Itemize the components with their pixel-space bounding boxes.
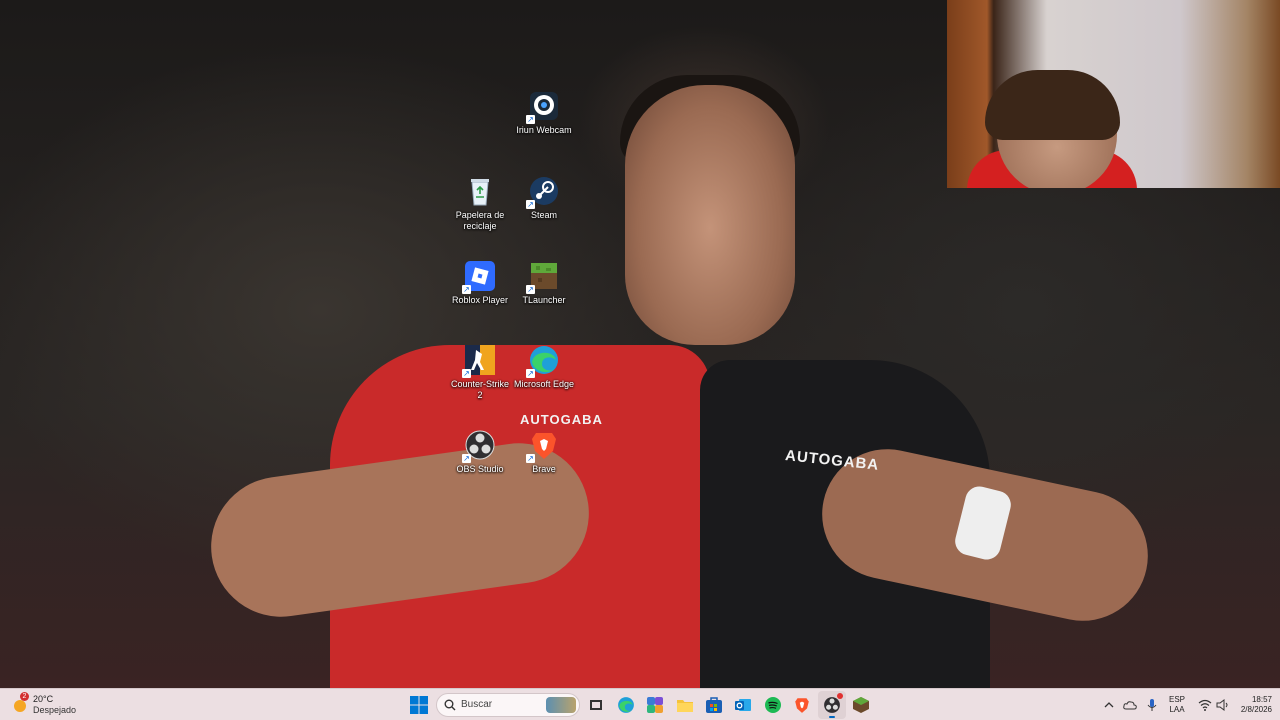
tray-overflow-button[interactable] (1100, 689, 1118, 720)
desktop-icon-recycle-bin[interactable]: Papelera de reciclaje (448, 175, 512, 232)
clock-date: 2/8/2026 (1240, 705, 1272, 714)
shortcut-arrow-icon: ↗ (526, 115, 535, 124)
language-indicator[interactable]: ESP LAA (1165, 695, 1189, 715)
shortcut-arrow-icon: ↗ (526, 285, 535, 294)
obs-icon: ↗ (462, 429, 496, 463)
brave-icon: ↗ (526, 429, 560, 463)
desktop-icon-label: Papelera de reciclaje (455, 210, 505, 231)
desktop-icon-label: TLauncher (522, 295, 566, 305)
taskbar-microsoft-store[interactable] (700, 691, 728, 719)
counter-strike-icon: ↗ (462, 344, 496, 378)
search-highlight-image (546, 697, 576, 713)
search-box[interactable]: Buscar (436, 693, 580, 717)
webcam-icon: ↗ (526, 90, 560, 124)
webcam-overlay (947, 0, 1280, 188)
desktop-icon-brave[interactable]: ↗ Brave (512, 429, 576, 475)
roblox-icon: ↗ (462, 260, 496, 294)
weather-badge: 2 (20, 692, 29, 701)
shortcut-arrow-icon: ↗ (462, 454, 471, 463)
taskbar-brave[interactable] (788, 691, 816, 719)
taskbar-copilot[interactable] (641, 691, 669, 719)
speaker-icon (1216, 699, 1228, 711)
search-icon (444, 699, 456, 711)
tlauncher-icon: ↗ (526, 260, 560, 294)
wallpaper-sponsor-1: AUTOGABA (520, 412, 603, 427)
webcam-person-hair (985, 70, 1120, 140)
taskbar-obs[interactable] (818, 691, 846, 719)
shortcut-arrow-icon: ↗ (526, 369, 535, 378)
copilot-icon (647, 697, 663, 713)
weather-desc: Despejado (33, 705, 77, 715)
windows-icon (410, 696, 428, 714)
taskbar-spotify[interactable] (759, 691, 787, 719)
search-placeholder: Buscar (461, 699, 493, 710)
edge-icon (618, 697, 634, 713)
shortcut-arrow-icon: ↗ (526, 200, 535, 209)
recycle-bin-icon (464, 175, 496, 207)
recording-indicator (837, 693, 843, 699)
outlook-icon (735, 699, 751, 711)
store-icon (706, 697, 722, 713)
microphone-icon (1147, 699, 1157, 711)
steam-icon: ↗ (526, 175, 560, 209)
desktop-icon-label: Roblox Player (451, 295, 509, 305)
desktop-icon-roblox[interactable]: ↗ Roblox Player (448, 260, 512, 306)
desktop-icon-counter-strike-2[interactable]: ↗ Counter-Strike 2 (448, 344, 512, 401)
cloud-icon (1123, 701, 1137, 710)
clock[interactable]: 18:57 2/8/2026 (1232, 695, 1272, 715)
chevron-up-icon (1104, 702, 1114, 708)
desktop-icon-label: OBS Studio (456, 464, 504, 474)
keyboard-layout-label: LAA (1169, 705, 1185, 714)
taskbar-tlauncher[interactable] (847, 691, 875, 719)
shortcut-arrow-icon: ↗ (462, 285, 471, 294)
clock-time: 18:57 (1251, 695, 1272, 704)
taskbar-outlook[interactable] (729, 691, 757, 719)
spotify-icon (765, 697, 781, 713)
tray-onedrive[interactable] (1121, 689, 1139, 720)
wifi-icon (1198, 699, 1212, 711)
network-volume-button[interactable] (1194, 689, 1234, 720)
taskbar-edge[interactable] (612, 691, 640, 719)
desktop-icon-tlauncher[interactable]: ↗ TLauncher (512, 260, 576, 306)
start-button[interactable] (405, 691, 433, 719)
desktop-icon-label: Steam (530, 210, 557, 220)
task-view-button[interactable] (582, 691, 610, 719)
shortcut-arrow-icon: ↗ (526, 454, 535, 463)
weather-temp: 20°C (33, 694, 54, 704)
folder-icon (677, 700, 693, 712)
tray-microphone[interactable] (1143, 689, 1161, 720)
wallpaper-player-head (625, 85, 795, 345)
desktop-icon-microsoft-edge[interactable]: ↗ Microsoft Edge (512, 344, 576, 390)
language-label: ESP (1168, 695, 1185, 704)
brave-icon (795, 698, 809, 713)
desktop-icon-label: Counter-Strike 2 (450, 379, 510, 400)
desktop-icon-label: Microsoft Edge (513, 379, 575, 389)
weather-widget[interactable]: 2 20°C Despejado (8, 689, 76, 720)
running-indicator (829, 716, 835, 718)
desktop-icon-iriun-webcam[interactable]: ↗ Iriun Webcam (512, 90, 576, 136)
shortcut-arrow-icon: ↗ (462, 369, 471, 378)
desktop-icon-label: Iriun Webcam (516, 125, 572, 135)
task-view-icon (590, 700, 602, 710)
tlauncher-icon (853, 697, 869, 713)
taskbar-file-explorer[interactable] (671, 691, 699, 719)
taskbar: 2 20°C Despejado Buscar ESP LAA 18:57 2/… (0, 688, 1280, 720)
edge-icon: ↗ (526, 344, 560, 378)
desktop-icon-obs-studio[interactable]: ↗ OBS Studio (448, 429, 512, 475)
desktop-icon-steam[interactable]: ↗ Steam (512, 175, 576, 221)
desktop-icon-label: Brave (532, 464, 556, 474)
